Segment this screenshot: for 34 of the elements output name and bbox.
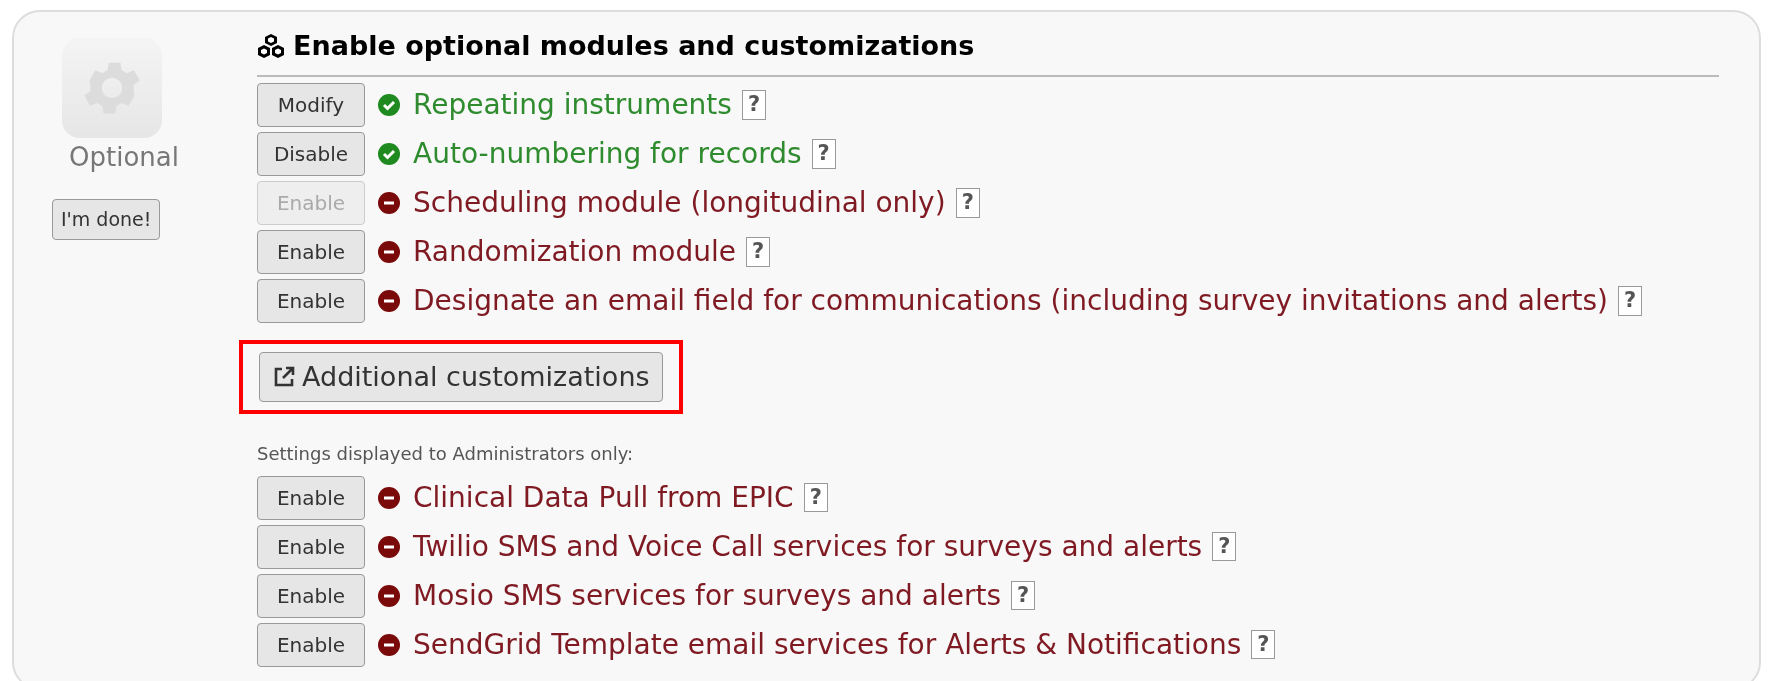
module-button[interactable]: Enable — [257, 622, 365, 667]
module-label: Repeating instruments — [413, 87, 732, 123]
gear-icon — [62, 38, 162, 138]
module-button[interactable]: Disable — [257, 132, 365, 176]
done-button[interactable]: I'm done! — [52, 199, 161, 240]
module-label: Mosio SMS services for surveys and alerts — [413, 577, 1001, 614]
help-button[interactable]: ? — [741, 90, 767, 120]
module-label: Scheduling module (longitudinal only) — [413, 185, 946, 221]
module-label: Auto-numbering for records — [413, 136, 802, 172]
help-button[interactable]: ? — [1011, 580, 1036, 611]
help-button[interactable]: ? — [1212, 531, 1237, 562]
help-button[interactable]: ? — [803, 482, 828, 513]
external-link-icon — [272, 364, 296, 389]
module-button[interactable]: Enable — [257, 475, 365, 520]
module-label: Randomization module — [413, 234, 737, 270]
admin-note: Settings displayed to Administrators only: — [257, 442, 635, 466]
customizations-button[interactable]: Additional customizations — [259, 351, 663, 402]
help-button[interactable]: ? — [1617, 286, 1643, 316]
help-button[interactable]: ? — [1251, 629, 1276, 660]
help-button[interactable]: ? — [811, 139, 836, 169]
section-heading: Enable optional modules and customizations — [293, 29, 975, 63]
module-label: Designate an email field for communications (including survey invitations and alerts) — [413, 283, 1608, 319]
module-label: SendGrid Template email services for Alerts & Notifications — [413, 626, 1242, 663]
help-button[interactable]: ? — [746, 237, 771, 267]
module-button[interactable]: Modify — [257, 83, 365, 127]
cubes-icon — [257, 33, 285, 60]
section-label: Optional — [68, 141, 180, 174]
module-label: Twilio SMS and Voice Call services for surveys and alerts — [413, 528, 1203, 565]
help-button[interactable]: ? — [955, 188, 980, 218]
module-button[interactable]: Enable — [257, 230, 365, 274]
module-button[interactable]: Enable — [257, 524, 365, 569]
module-label: Clinical Data Pull from EPIC — [413, 479, 794, 516]
module-button[interactable]: Enable — [257, 573, 365, 618]
module-button[interactable]: Enable — [257, 279, 365, 323]
